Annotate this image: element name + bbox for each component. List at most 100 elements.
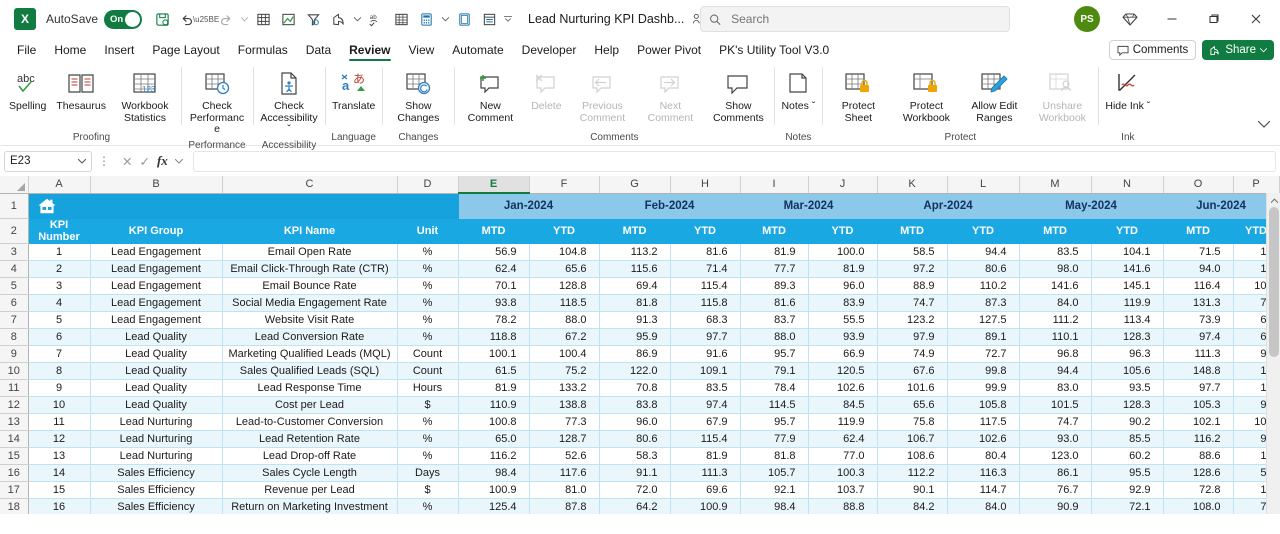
cell-value[interactable]: 83.8 (599, 396, 671, 414)
cell-unit[interactable]: % (397, 413, 459, 431)
save-icon[interactable] (150, 6, 174, 32)
column-header-P[interactable]: P (1233, 176, 1280, 194)
cell-kpi-number[interactable]: 6 (28, 328, 91, 346)
cell-kpi-number[interactable]: 8 (28, 362, 91, 380)
cell-kpi-group[interactable]: Lead Nurturing (90, 413, 223, 431)
cell-value[interactable]: 128.6 (1163, 464, 1234, 482)
vertical-scrollbar[interactable] (1266, 193, 1280, 514)
cell-value[interactable]: 68.3 (670, 311, 741, 329)
cell-value[interactable]: 122.0 (599, 362, 671, 380)
cell-value[interactable]: 84.0 (1019, 294, 1092, 312)
cell-value[interactable]: 91.3 (599, 311, 671, 329)
cell-value[interactable]: 102.1 (1163, 413, 1234, 431)
filter-icon[interactable] (301, 6, 325, 32)
cell-value[interactable]: 69.4 (599, 277, 671, 295)
calculator-icon[interactable] (414, 6, 438, 32)
cell-value[interactable]: 115.4 (670, 430, 741, 448)
cell-value[interactable]: 118.5 (529, 294, 600, 312)
cell-value[interactable]: 65.6 (877, 396, 948, 414)
cell-kpi-group[interactable]: Lead Quality (90, 396, 223, 414)
row-header-10[interactable]: 10 (0, 362, 29, 380)
cell-value[interactable]: 74.7 (877, 294, 948, 312)
cell-unit[interactable]: $ (397, 481, 459, 499)
show-comments-button[interactable]: Show Comments (704, 65, 772, 126)
cell-value[interactable]: 115.8 (670, 294, 741, 312)
undo-dropdown-icon[interactable]: \u25BE (193, 6, 219, 32)
chevron-down-icon[interactable] (78, 158, 86, 164)
cell-value[interactable]: 100.3 (808, 464, 878, 482)
cell-value[interactable]: 67.6 (877, 362, 948, 380)
cell-kpi-name[interactable]: Email Click-Through Rate (CTR) (222, 260, 398, 278)
cell-value[interactable]: 120.5 (808, 362, 878, 380)
cell-value[interactable]: 96.0 (808, 277, 878, 295)
avatar[interactable]: PS (1074, 6, 1100, 32)
diamond-icon[interactable] (1110, 2, 1150, 36)
cell-unit[interactable]: Hours (397, 379, 459, 397)
cell-value[interactable]: 111.3 (1163, 345, 1234, 363)
row-header-8[interactable]: 8 (0, 328, 29, 346)
cell-value[interactable]: 84.5 (808, 396, 878, 414)
cell-value[interactable]: 84.0 (947, 498, 1020, 514)
column-header-M[interactable]: M (1019, 176, 1092, 194)
row-header-1[interactable]: 1 (0, 193, 29, 219)
calculator-dropdown-icon[interactable] (439, 6, 451, 32)
column-header-O[interactable]: O (1163, 176, 1234, 194)
cell-value[interactable]: 88.9 (877, 277, 948, 295)
cell-value[interactable]: 81.9 (808, 260, 878, 278)
autosave-toggle[interactable]: On (104, 9, 143, 29)
cell-value[interactable]: 55.5 (808, 311, 878, 329)
cell-value[interactable]: 81.0 (529, 481, 600, 499)
cell-value[interactable]: 113.2 (599, 243, 671, 261)
cell-value[interactable]: 86.1 (1019, 464, 1092, 482)
thesaurus-button[interactable]: Thesaurus (51, 65, 111, 115)
cell-value[interactable]: 96.8 (1019, 345, 1092, 363)
cell-unit[interactable]: % (397, 294, 459, 312)
cell-value[interactable]: 76.7 (1019, 481, 1092, 499)
tab-formulas[interactable]: Formulas (229, 40, 297, 61)
cell-value[interactable]: 108.6 (877, 447, 948, 465)
column-header-I[interactable]: I (740, 176, 809, 194)
cell-value[interactable]: 105.3 (1163, 396, 1234, 414)
cell-kpi-name[interactable]: Sales Cycle Length (222, 464, 398, 482)
cell-value[interactable]: 81.9 (458, 379, 530, 397)
cell-value[interactable]: 112.2 (877, 464, 948, 482)
scrollbar-thumb[interactable] (1269, 207, 1279, 357)
cell-value[interactable]: 87.8 (529, 498, 600, 514)
formula-bar-grip[interactable]: ⋮ (96, 154, 112, 168)
cell-unit[interactable]: % (397, 430, 459, 448)
cell-kpi-name[interactable]: Return on Marketing Investment (222, 498, 398, 514)
row-header-17[interactable]: 17 (0, 481, 29, 499)
cell-value[interactable]: 95.9 (599, 328, 671, 346)
cell-value[interactable]: 106.7 (877, 430, 948, 448)
share-button[interactable]: Share (1202, 40, 1274, 60)
cell-value[interactable]: 116.2 (458, 447, 530, 465)
column-header-L[interactable]: L (947, 176, 1020, 194)
cell-value[interactable]: 58.5 (877, 243, 948, 261)
share-arrow-icon[interactable] (326, 6, 350, 32)
workbook-statistics-button[interactable]: 123 Workbook Statistics (111, 65, 179, 126)
share-dropdown-icon[interactable] (351, 6, 363, 32)
tab-power-pivot[interactable]: Power Pivot (628, 40, 710, 61)
chart-icon[interactable] (276, 6, 300, 32)
cell-kpi-number[interactable]: 13 (28, 447, 91, 465)
row-header-11[interactable]: 11 (0, 379, 29, 397)
cell-value[interactable]: 96.0 (599, 413, 671, 431)
cell-kpi-group[interactable]: Lead Quality (90, 345, 223, 363)
tab-data[interactable]: Data (297, 40, 340, 61)
cell-kpi-group[interactable]: Lead Engagement (90, 243, 223, 261)
cell-value[interactable]: 101.6 (877, 379, 948, 397)
cell-value[interactable]: 128.3 (1091, 328, 1164, 346)
column-header-K[interactable]: K (877, 176, 948, 194)
cell-value[interactable]: 77.9 (740, 430, 809, 448)
cell-value[interactable]: 97.4 (670, 396, 741, 414)
cell-value[interactable]: 95.7 (740, 413, 809, 431)
cell-value[interactable]: 110.9 (458, 396, 530, 414)
cell-value[interactable]: 74.7 (1019, 413, 1092, 431)
cell-kpi-group[interactable]: Sales Efficiency (90, 464, 223, 482)
column-header-C[interactable]: C (222, 176, 398, 194)
cell-value[interactable]: 75.8 (877, 413, 948, 431)
check-accessibility-button[interactable]: Check Accessibility ˇ (255, 65, 323, 138)
cell-value[interactable]: 77.7 (740, 260, 809, 278)
print-icon[interactable] (452, 6, 476, 32)
column-header-B[interactable]: B (90, 176, 223, 194)
